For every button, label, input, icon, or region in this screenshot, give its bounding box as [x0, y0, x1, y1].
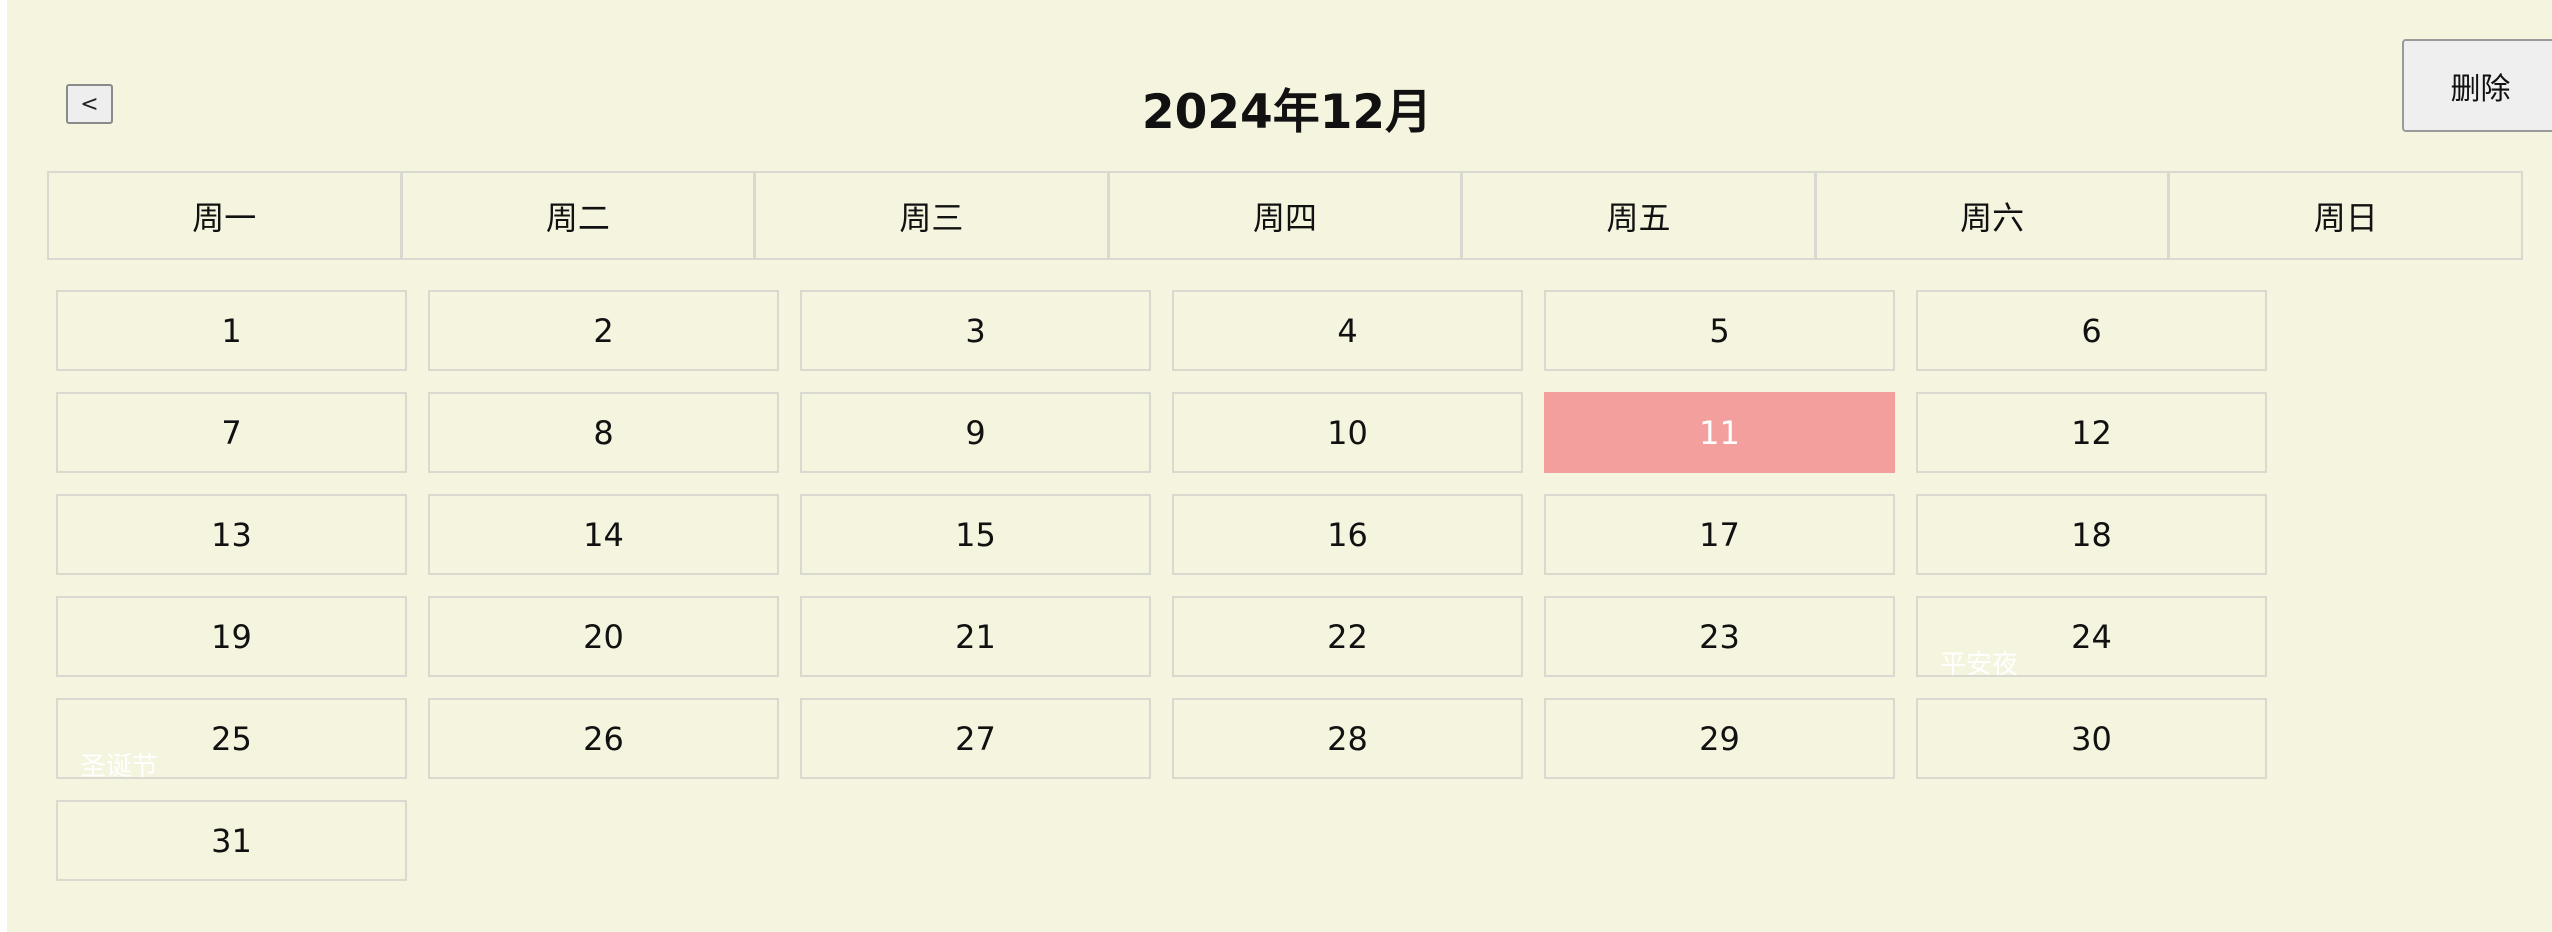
- day-number: 19: [211, 617, 252, 656]
- day-cell-selected[interactable]: 11: [1544, 392, 1895, 473]
- day-number: 30: [2071, 719, 2112, 758]
- day-number: 3: [965, 311, 986, 350]
- day-cell[interactable]: 7: [56, 392, 407, 473]
- day-cell[interactable]: 19: [56, 596, 407, 677]
- day-cell[interactable]: 26: [428, 698, 779, 779]
- day-cell[interactable]: 1: [56, 290, 407, 371]
- day-cell[interactable]: 29: [1544, 698, 1895, 779]
- day-number: 26: [583, 719, 624, 758]
- day-cell[interactable]: 24 平安夜: [1916, 596, 2267, 680]
- day-number: 14: [583, 515, 624, 554]
- day-number: 23: [1699, 617, 1740, 656]
- weekday-fri: 周五: [1461, 171, 1816, 260]
- weekday-sun: 周日: [2168, 171, 2523, 260]
- day-cell[interactable]: 21: [800, 596, 1151, 677]
- day-cell[interactable]: 9: [800, 392, 1151, 473]
- day-number: 15: [955, 515, 996, 554]
- day-number: 2: [593, 311, 614, 350]
- day-number: 22: [1327, 617, 1368, 656]
- prev-month-button[interactable]: <: [66, 84, 113, 124]
- day-number: 7: [221, 413, 242, 452]
- day-cell[interactable]: 17: [1544, 494, 1895, 575]
- day-number: 31: [211, 821, 252, 860]
- day-number: 5: [1709, 311, 1730, 350]
- day-number: 17: [1699, 515, 1740, 554]
- day-cell[interactable]: 27: [800, 698, 1151, 779]
- day-cell[interactable]: 14: [428, 494, 779, 575]
- day-number: 24: [2071, 617, 2112, 656]
- day-cell[interactable]: 3: [800, 290, 1151, 371]
- day-cell[interactable]: 10: [1172, 392, 1523, 473]
- day-cell[interactable]: 12: [1916, 392, 2267, 473]
- day-number: 29: [1699, 719, 1740, 758]
- weekday-tue: 周二: [400, 171, 756, 260]
- day-cell[interactable]: 15: [800, 494, 1151, 575]
- day-number: 16: [1327, 515, 1368, 554]
- day-cell[interactable]: 6: [1916, 290, 2267, 371]
- day-cell[interactable]: 18: [1916, 494, 2267, 575]
- day-cell[interactable]: 4: [1172, 290, 1523, 371]
- day-number: 4: [1337, 311, 1358, 350]
- weekday-thu: 周四: [1107, 171, 1463, 260]
- day-number: 25: [211, 719, 252, 758]
- weekday-mon: 周一: [47, 171, 402, 260]
- day-number: 10: [1327, 413, 1368, 452]
- day-number: 6: [2081, 311, 2102, 350]
- weekday-wed: 周三: [754, 171, 1109, 260]
- day-cell[interactable]: 16: [1172, 494, 1523, 575]
- day-cell[interactable]: 25 圣诞节: [56, 698, 407, 782]
- day-number: 20: [583, 617, 624, 656]
- day-number: 27: [955, 719, 996, 758]
- day-cell[interactable]: 8: [428, 392, 779, 473]
- day-cell[interactable]: 28: [1172, 698, 1523, 779]
- weekday-sat: 周六: [1814, 171, 2170, 260]
- day-number: 18: [2071, 515, 2112, 554]
- day-cell[interactable]: 22: [1172, 596, 1523, 677]
- delete-button[interactable]: 删除: [2402, 39, 2552, 132]
- day-grid: 1 2 3 4 5 6 7 8 9 10 11 12 13 14 15 16 1…: [56, 290, 2288, 881]
- calendar-app: < 2024年12月 删除 周一 周二 周三 周四 周五 周六 周日 1 2 3…: [7, 0, 2552, 932]
- day-cell[interactable]: 5: [1544, 290, 1895, 371]
- day-number: 12: [2071, 413, 2112, 452]
- day-cell[interactable]: 2: [428, 290, 779, 371]
- holiday-label: 圣诞节: [80, 752, 159, 782]
- weekday-header: 周一 周二 周三 周四 周五 周六 周日: [47, 171, 2523, 260]
- day-cell[interactable]: 13: [56, 494, 407, 575]
- month-title: 2024年12月: [1141, 84, 1433, 140]
- day-cell[interactable]: 30: [1916, 698, 2267, 779]
- day-number: 1: [221, 311, 242, 350]
- day-number: 8: [593, 413, 614, 452]
- holiday-label: 平安夜: [1940, 650, 2019, 680]
- day-number: 28: [1327, 719, 1368, 758]
- day-number: 11: [1699, 413, 1740, 452]
- day-cell[interactable]: 23: [1544, 596, 1895, 677]
- day-number: 9: [965, 413, 986, 452]
- day-number: 13: [211, 515, 252, 554]
- day-number: 21: [955, 617, 996, 656]
- day-cell[interactable]: 20: [428, 596, 779, 677]
- day-cell[interactable]: 31: [56, 800, 407, 881]
